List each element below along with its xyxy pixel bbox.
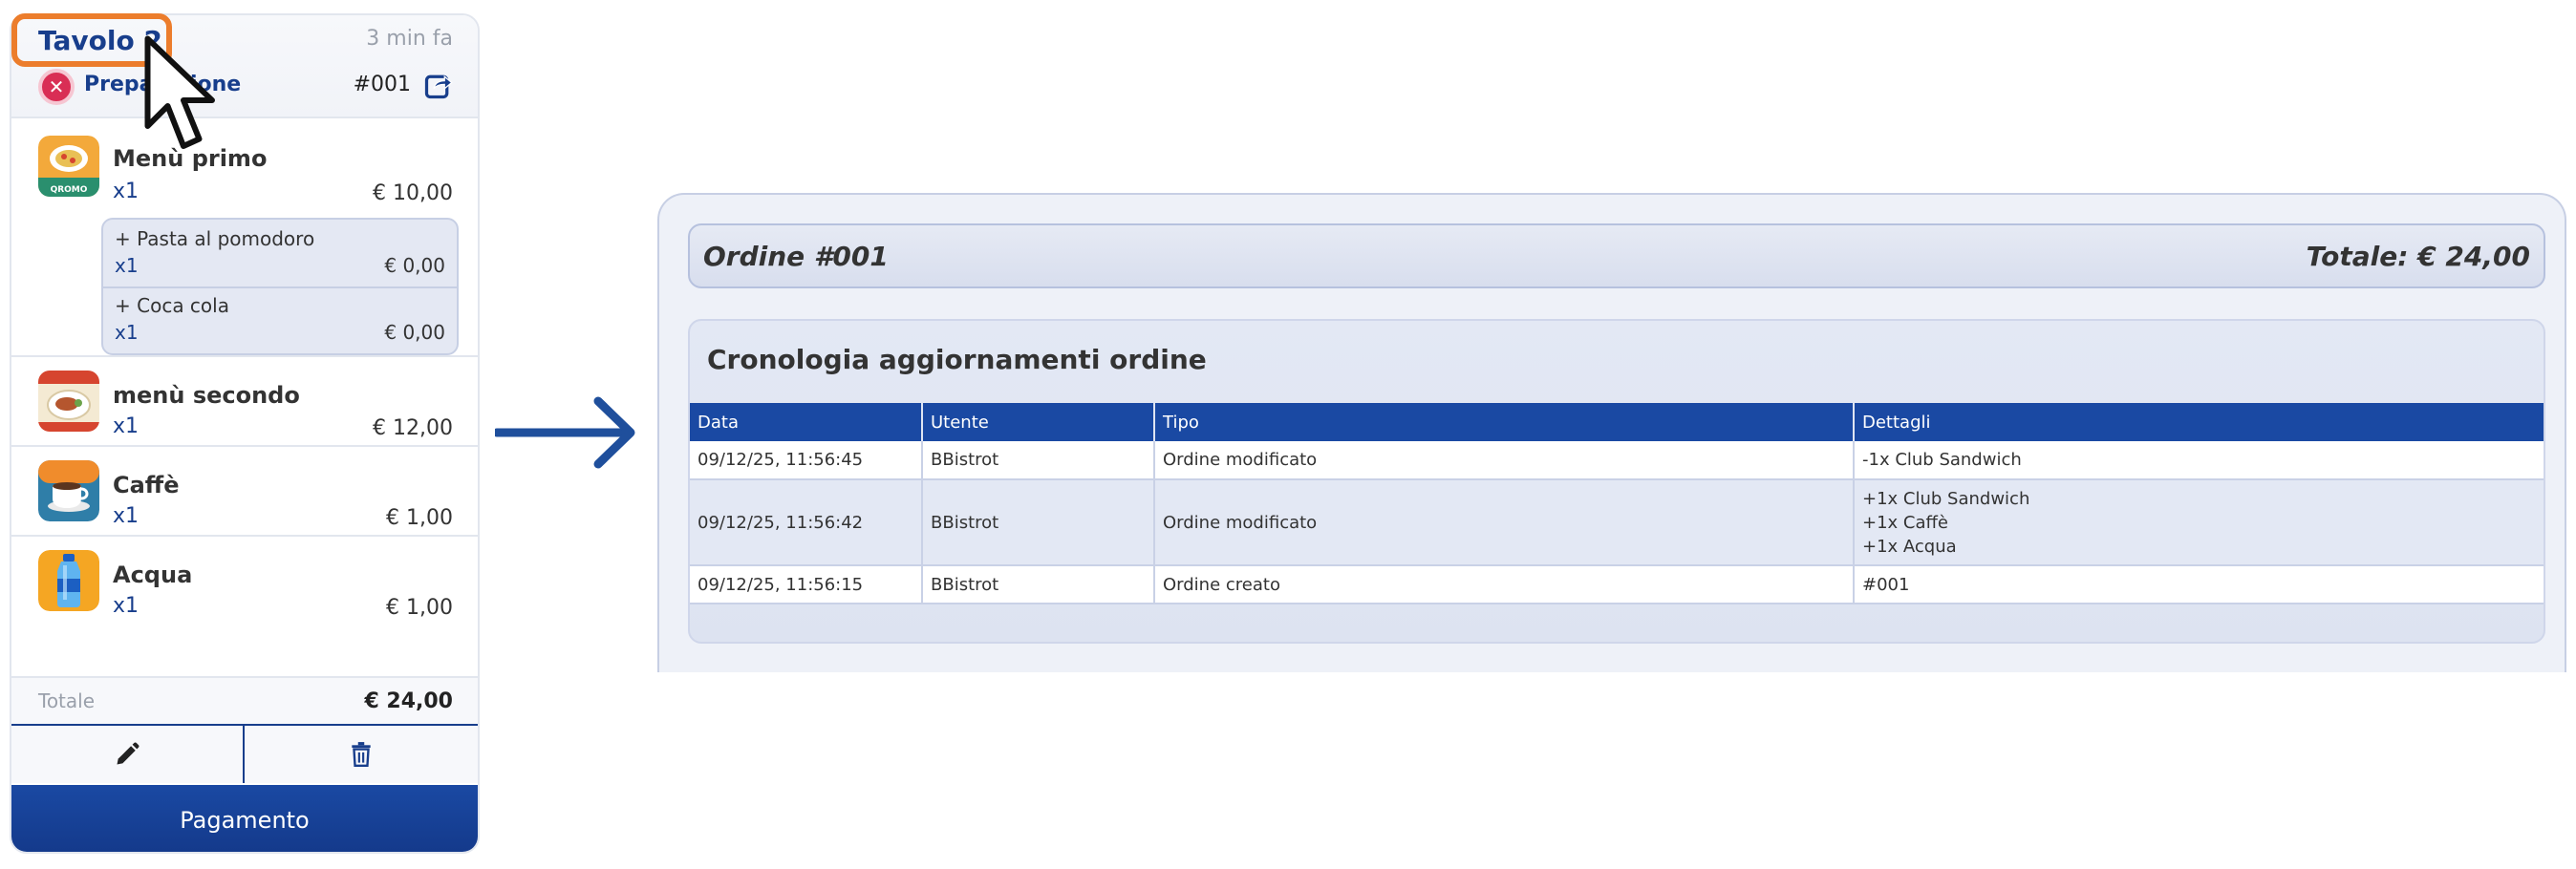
status-cancel-icon[interactable]: ✕ (38, 69, 75, 105)
item-price: € 1,00 (386, 506, 453, 530)
column-header: Tipo (1154, 403, 1855, 441)
detail-line: +1x Club Sandwich (1862, 488, 2030, 509)
cell-type: Ordine creato (1154, 565, 1855, 604)
order-item[interactable]: Caffè x1 € 1,00 (11, 447, 478, 535)
cell-details: #001 (1854, 565, 2544, 604)
cell-user: BBistrot (922, 565, 1155, 604)
payment-button[interactable]: Pagamento (11, 785, 478, 852)
table-row: 09/12/25, 11:56:45 BBistrot Ordine modif… (690, 441, 2544, 480)
item-qty: x1 (113, 504, 140, 528)
column-header: Dettagli (1854, 403, 2544, 441)
divider (103, 286, 457, 288)
trash-icon (352, 742, 371, 768)
history-table: Data Utente Tipo Dettagli 09/12/25, 11:5… (690, 403, 2544, 604)
item-qty: x1 (113, 414, 140, 438)
table-row: 09/12/25, 11:56:15 BBistrot Ordine creat… (690, 565, 2544, 604)
water-bottle-icon (38, 550, 99, 611)
item-name: menù secondo (113, 382, 300, 409)
order-header: Ordine #001 Totale: € 24,00 (688, 223, 2545, 288)
order-item[interactable]: Acqua x1 € 1,00 (11, 537, 478, 625)
share-icon[interactable] (424, 71, 453, 99)
modifier-box: + Pasta al pomodoro x1 € 0,00 + Coca col… (101, 218, 459, 355)
order-item[interactable]: QROMO Menù primo x1 € 10,00 + Pasta al p… (11, 118, 478, 367)
item-qty: x1 (113, 594, 140, 618)
time-ago: 3 min fa (366, 27, 453, 51)
cell-user: BBistrot (922, 479, 1155, 566)
item-price: € 10,00 (373, 181, 453, 205)
column-header: Data (690, 403, 923, 441)
detail-line: +1x Caffè (1862, 512, 1948, 533)
action-row (11, 724, 478, 783)
modifier-name: + Coca cola (115, 294, 229, 317)
menu-primo-image: QROMO (38, 136, 99, 197)
column-header: Utente (922, 403, 1155, 441)
edit-button[interactable] (11, 726, 245, 783)
cell-details: +1x Club Sandwich +1x Caffè +1x Acqua (1854, 479, 2544, 566)
cell-date: 09/12/25, 11:56:45 (690, 441, 923, 480)
detail-line: +1x Acqua (1862, 536, 1957, 557)
cell-user: BBistrot (922, 441, 1155, 480)
total-value: € 24,00 (364, 689, 453, 713)
cell-type: Ordine modificato (1154, 441, 1855, 480)
order-card: Tavolo 2 3 min fa ✕ Preparazione #001 QR… (10, 13, 480, 854)
item-price: € 1,00 (386, 596, 453, 620)
modifier-qty: x1 (115, 321, 139, 344)
modifier-price: € 0,00 (384, 254, 445, 277)
cell-date: 09/12/25, 11:56:42 (690, 479, 923, 566)
item-price: € 12,00 (373, 416, 453, 440)
cell-date: 09/12/25, 11:56:15 (690, 565, 923, 604)
history-title: Cronologia aggiornamenti ordine (707, 344, 1207, 375)
item-name: Caffè (113, 472, 180, 498)
menu-primo-badge: QROMO (51, 185, 88, 195)
order-title: Ordine #001 (703, 241, 889, 272)
modifier-name: + Pasta al pomodoro (115, 227, 315, 250)
detail-line: -1x Club Sandwich (1862, 450, 2022, 470)
history-section: Cronologia aggiornamenti ordine Data Ute… (688, 319, 2545, 644)
item-qty: x1 (113, 180, 140, 203)
item-name: Acqua (113, 562, 193, 588)
cell-type: Ordine modificato (1154, 479, 1855, 566)
delete-button[interactable] (245, 726, 478, 783)
modifier-price: € 0,00 (384, 321, 445, 344)
total-label: Totale (38, 689, 96, 712)
order-total: Totale: € 24,00 (2306, 241, 2530, 272)
cell-details: -1x Club Sandwich (1854, 441, 2544, 480)
total-row: Totale € 24,00 (11, 676, 478, 724)
order-history-panel: Ordine #001 Totale: € 24,00 Cronologia a… (657, 193, 2566, 672)
order-item[interactable]: menù secondo x1 € 12,00 (11, 357, 478, 445)
pencil-icon (117, 742, 140, 765)
table-row: 09/12/25, 11:56:42 BBistrot Ordine modif… (690, 479, 2544, 566)
detail-line: #001 (1862, 574, 1910, 595)
arrow-right-icon (495, 396, 635, 469)
modifier-qty: x1 (115, 254, 139, 277)
coffee-cup-icon (38, 460, 99, 521)
mouse-cursor-icon (144, 35, 215, 149)
order-number: #001 (353, 73, 411, 96)
table-header-row: Data Utente Tipo Dettagli (690, 403, 2544, 441)
menu-secondo-image (38, 371, 99, 432)
